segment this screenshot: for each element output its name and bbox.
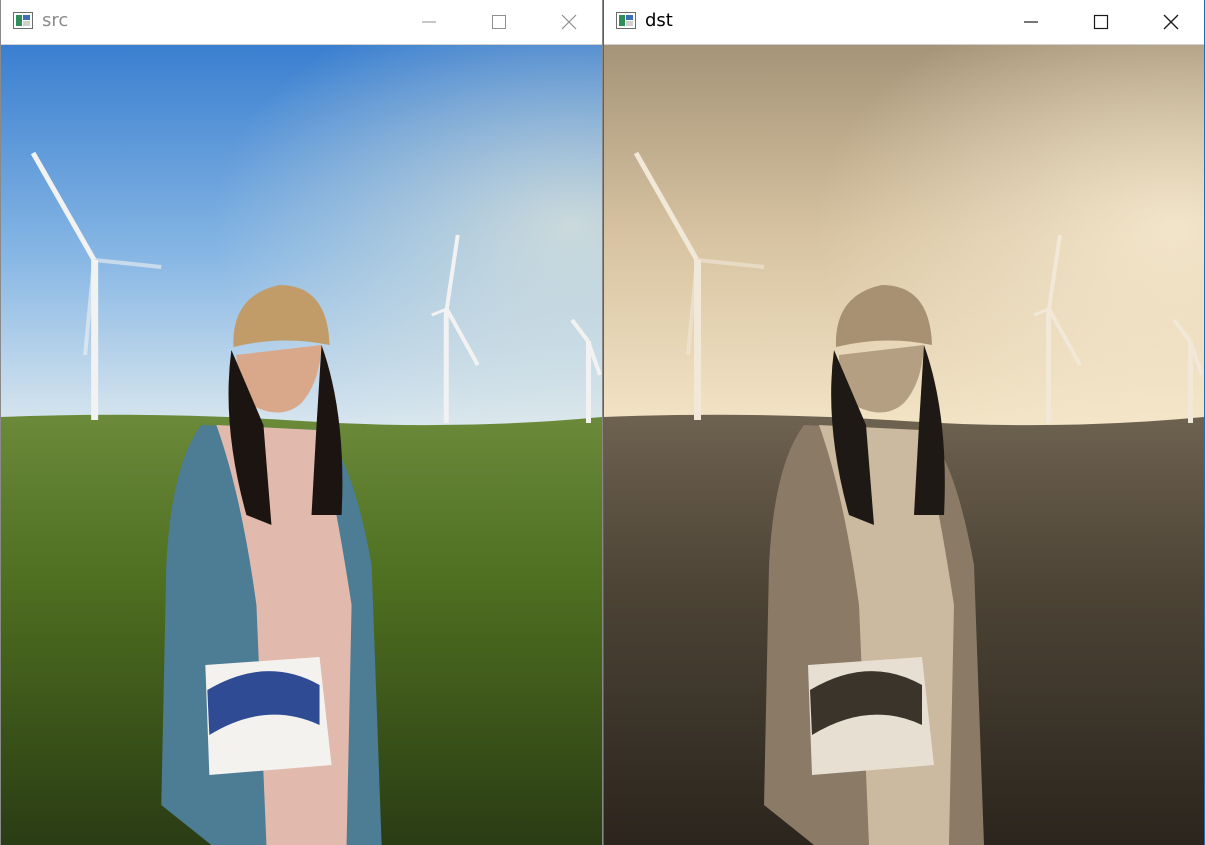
src-titlebar[interactable]: src (1, 0, 602, 45)
src-photo (1, 45, 602, 845)
close-button[interactable] (546, 0, 592, 44)
dst-photo (604, 45, 1204, 845)
close-icon (1163, 14, 1179, 30)
dst-window[interactable]: dst (603, 0, 1205, 845)
minimize-button[interactable] (1008, 0, 1054, 44)
app-icon (13, 12, 33, 29)
dst-titlebar[interactable]: dst (604, 0, 1204, 45)
maximize-icon (1093, 14, 1109, 30)
close-button[interactable] (1148, 0, 1194, 44)
app-icon (616, 12, 636, 29)
dst-image-area (604, 45, 1204, 845)
minimize-icon (1024, 21, 1038, 23)
maximize-button[interactable] (476, 0, 522, 44)
minimize-icon (422, 21, 436, 23)
src-window[interactable]: src (0, 0, 603, 845)
close-icon (561, 14, 577, 30)
desktop: src dst (0, 0, 1205, 845)
minimize-button[interactable] (406, 0, 452, 44)
maximize-icon (492, 15, 506, 29)
window-title: src (42, 10, 69, 31)
src-image-area (1, 45, 602, 845)
maximize-button[interactable] (1078, 0, 1124, 44)
window-title: dst (645, 10, 673, 31)
